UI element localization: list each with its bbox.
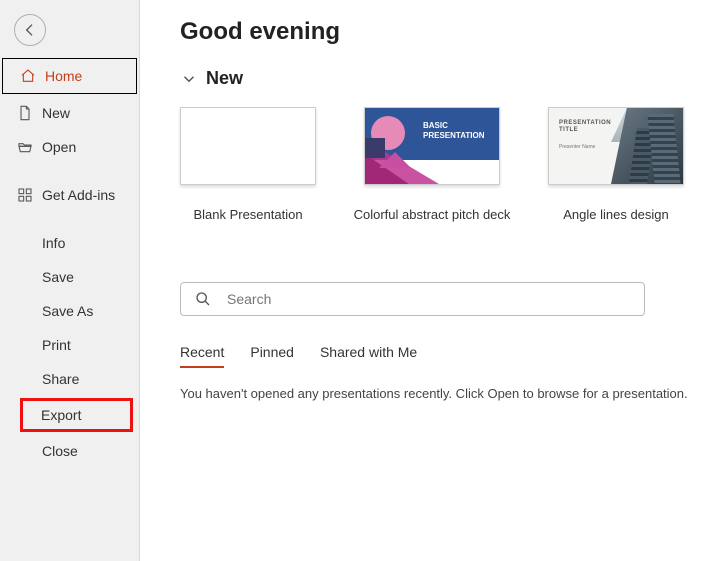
sidebar: Home New Open Get Add-ins Info	[0, 0, 140, 561]
templates-row: Blank Presentation BASICPRESENTATION Col…	[180, 107, 716, 222]
thumb-text: TITLE	[559, 127, 578, 133]
main-content: Good evening New Blank Presentation	[140, 0, 716, 561]
sidebar-item-new[interactable]: New	[0, 96, 139, 130]
sidebar-item-label: Save	[42, 269, 74, 285]
search-icon	[195, 291, 211, 307]
sidebar-item-label: Share	[42, 371, 79, 387]
new-section-header[interactable]: New	[180, 68, 716, 89]
sidebar-item-export[interactable]: Export	[23, 401, 130, 429]
sidebar-item-label: Get Add-ins	[42, 187, 115, 203]
empty-state-message: You haven't opened any presentations rec…	[180, 386, 716, 401]
thumb-text: BASIC	[423, 121, 448, 130]
sidebar-item-share[interactable]: Share	[0, 362, 139, 396]
arrow-left-icon	[22, 22, 38, 38]
sidebar-item-label: Save As	[42, 303, 93, 319]
sidebar-item-info[interactable]: Info	[0, 226, 139, 260]
template-colorful-abstract[interactable]: BASICPRESENTATION Colorful abstract pitc…	[364, 107, 500, 222]
template-label: Colorful abstract pitch deck	[354, 207, 511, 222]
template-thumbnail: PRESENTATIONTITLE Presenter Name	[548, 107, 684, 185]
recent-tabs: Recent Pinned Shared with Me	[180, 344, 716, 368]
search-box[interactable]	[180, 282, 645, 316]
sidebar-item-home[interactable]: Home	[3, 59, 136, 93]
sidebar-item-home-highlight: Home	[2, 58, 137, 94]
sidebar-item-label: Print	[42, 337, 71, 353]
thumb-text: PRESENTATION	[559, 120, 611, 126]
tab-pinned[interactable]: Pinned	[250, 344, 294, 368]
addins-icon	[16, 186, 34, 204]
template-label: Angle lines design	[563, 207, 669, 222]
template-angle-lines[interactable]: PRESENTATIONTITLE Presenter Name Angle l…	[548, 107, 684, 222]
sidebar-item-label: New	[42, 105, 70, 121]
home-icon	[19, 67, 37, 85]
tab-recent[interactable]: Recent	[180, 344, 224, 368]
chevron-down-icon	[180, 70, 198, 88]
template-thumbnail: BASICPRESENTATION	[364, 107, 500, 185]
sidebar-item-label: Home	[45, 68, 82, 84]
sidebar-item-label: Open	[42, 139, 76, 155]
template-blank-presentation[interactable]: Blank Presentation	[180, 107, 316, 222]
sidebar-item-save-as[interactable]: Save As	[0, 294, 139, 328]
folder-open-icon	[16, 138, 34, 156]
sidebar-item-print[interactable]: Print	[0, 328, 139, 362]
tab-shared-with-me[interactable]: Shared with Me	[320, 344, 417, 368]
sidebar-item-close[interactable]: Close	[0, 434, 139, 468]
page-title: Good evening	[180, 18, 716, 46]
template-thumbnail	[180, 107, 316, 185]
sidebar-item-label: Info	[42, 235, 65, 251]
back-button[interactable]	[14, 14, 46, 46]
template-label: Blank Presentation	[193, 207, 302, 222]
sidebar-item-export-highlight: Export	[20, 398, 133, 432]
sidebar-item-open[interactable]: Open	[0, 130, 139, 164]
sidebar-item-label: Close	[42, 443, 78, 459]
thumb-text: Presenter Name	[559, 144, 595, 150]
thumb-text: PRESENTATION	[423, 131, 484, 140]
sidebar-item-label: Export	[41, 407, 81, 423]
sidebar-item-save[interactable]: Save	[0, 260, 139, 294]
search-input[interactable]	[227, 291, 630, 307]
document-icon	[16, 104, 34, 122]
section-title: New	[206, 68, 243, 89]
sidebar-item-get-addins[interactable]: Get Add-ins	[0, 178, 139, 212]
